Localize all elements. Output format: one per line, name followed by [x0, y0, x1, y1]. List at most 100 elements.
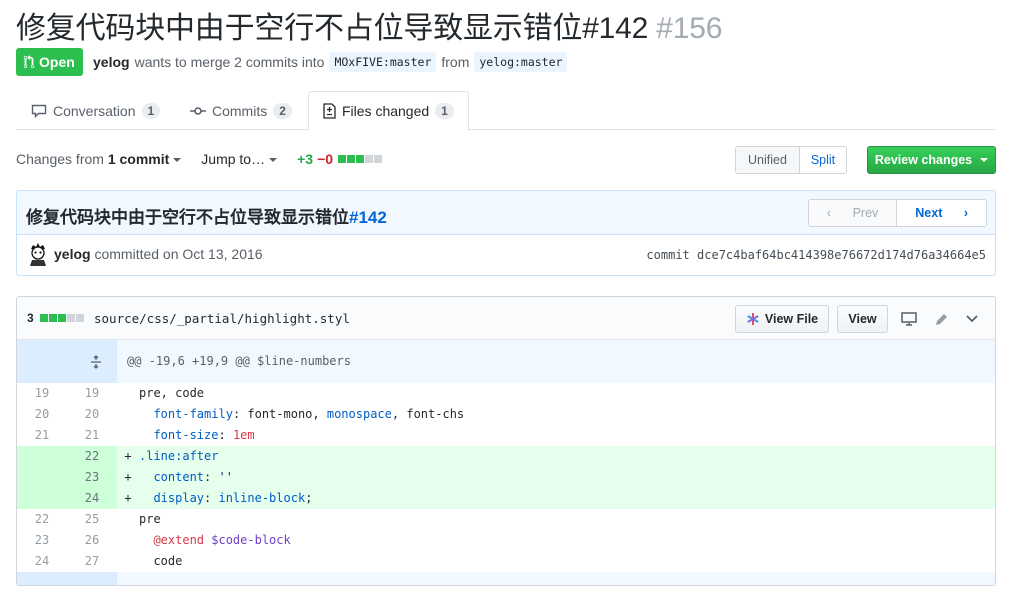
diff-line-added: 24 + display: inline-block; — [17, 487, 995, 509]
code-text: pre — [139, 512, 161, 526]
code-text: ; — [305, 491, 313, 505]
asterisk-icon — [747, 313, 759, 325]
hunk-header-row: @@ -19,6 +19,9 @@ $line-numbers — [17, 340, 995, 383]
code-text: : — [218, 428, 233, 442]
old-line-number[interactable]: 20 — [17, 404, 67, 425]
diffstat-block — [39, 314, 48, 322]
diffstat-block — [356, 155, 365, 163]
base-ref[interactable]: MOxFIVE:master — [329, 52, 437, 72]
diff-line: 20 20 font-family: font-mono, monospace,… — [17, 404, 995, 425]
commit-title: 修复代码块中由于空行不占位导致显示错位#142 — [26, 203, 387, 228]
head-ref[interactable]: yelog:master — [474, 52, 568, 72]
tab-label: Commits — [212, 102, 268, 119]
diff-toolbar: Changes from 1 commit Jump to… +3 −0 — [16, 151, 383, 167]
changes-value: 1 commit — [107, 151, 170, 167]
diff-line: 19 19 pre, code — [17, 383, 995, 404]
pr-tabs: Conversation 1 Commits 2 Files changed 1 — [16, 91, 996, 131]
code-property: content — [153, 470, 205, 484]
code-keyword: monospace — [326, 407, 392, 421]
view-file-button[interactable]: View File — [735, 305, 829, 333]
old-line-number[interactable]: 23 — [17, 530, 67, 551]
pr-merge-text: wants to merge 2 commits into — [134, 54, 325, 70]
new-line-number[interactable]: 24 — [67, 487, 117, 509]
avatar[interactable] — [27, 242, 49, 266]
new-line-number[interactable]: 26 — [67, 530, 117, 551]
chevron-down-icon — [173, 158, 182, 163]
line-marker: + — [117, 466, 139, 488]
next-commit-button[interactable]: Next › — [897, 200, 986, 226]
unfold-icon — [90, 354, 101, 369]
diff-line: 23 26 @extend $code-block — [17, 530, 995, 551]
line-code: .line:after — [139, 445, 995, 467]
display-icon[interactable] — [900, 310, 918, 328]
line-code: font-family: font-mono, monospace, font-… — [139, 404, 995, 425]
unified-button[interactable]: Unified — [736, 147, 800, 173]
tab-label: Files changed — [342, 103, 430, 119]
diff-table: @@ -19,6 +19,9 @@ $line-numbers 19 19 pr… — [17, 340, 995, 585]
git-pull-request-icon — [23, 55, 35, 69]
file-header: 3 source/css/_partial/highlight.styl Vie… — [17, 297, 995, 340]
file-path[interactable]: source/css/_partial/highlight.styl — [94, 311, 350, 326]
chevron-down-icon[interactable] — [963, 310, 981, 328]
code-text: : — [204, 470, 219, 484]
tab-conversation[interactable]: Conversation 1 — [17, 91, 174, 130]
old-line-number[interactable]: 24 — [17, 551, 67, 572]
tab-files-changed[interactable]: Files changed 1 — [308, 91, 469, 131]
commit-issue-link[interactable]: #142 — [349, 208, 387, 227]
review-changes-label: Review changes — [874, 153, 973, 167]
tab-commits[interactable]: Commits 2 — [176, 91, 306, 130]
diffstat-blocks — [338, 155, 383, 163]
diff-view-toggle: Unified Split — [735, 146, 847, 174]
hunk-footer-row — [17, 571, 995, 585]
diffstat-additions: +3 — [297, 151, 314, 167]
line-marker — [117, 404, 139, 425]
new-line-number[interactable]: 20 — [67, 404, 117, 425]
tab-label: Conversation — [53, 102, 136, 119]
code-selector: .line:after — [139, 449, 219, 463]
pr-title-text: 修复代码块中由于空行不占位导致显示错位#142 — [16, 12, 649, 45]
commit-sha-value[interactable]: dce7c4baf64bc414398e76672d174d76a34664e5 — [697, 248, 986, 262]
expand-lines-button[interactable] — [17, 571, 117, 585]
new-line-number[interactable]: 25 — [67, 509, 117, 530]
old-line-number — [17, 445, 67, 467]
old-line-number[interactable]: 19 — [17, 383, 67, 404]
next-label: Next — [915, 206, 943, 220]
new-line-number[interactable]: 23 — [67, 466, 117, 488]
commit-sha-label: commit — [646, 248, 690, 262]
diffstat-block — [347, 155, 356, 163]
jump-to-label: Jump to… — [201, 151, 266, 167]
new-line-number[interactable]: 22 — [67, 445, 117, 467]
line-marker — [117, 425, 139, 446]
pr-author-link[interactable]: yelog — [93, 54, 130, 70]
commit-author[interactable]: yelog — [54, 246, 91, 262]
prev-label: Prev — [852, 206, 879, 220]
new-line-number[interactable]: 21 — [67, 425, 117, 446]
prev-commit-button[interactable]: ‹ Prev — [808, 200, 898, 226]
commit-icon — [190, 106, 206, 115]
old-line-number[interactable]: 22 — [17, 509, 67, 530]
code-variable: $code-block — [204, 533, 291, 547]
expand-lines-button[interactable] — [17, 340, 117, 383]
line-marker — [117, 383, 139, 404]
split-button[interactable]: Split — [800, 147, 846, 173]
code-text: code — [153, 554, 183, 568]
hunk-footer — [117, 571, 995, 585]
file-diff-icon — [323, 103, 336, 119]
view-button[interactable]: View — [837, 305, 888, 333]
review-changes-button[interactable]: Review changes — [867, 146, 996, 174]
pr-title: 修复代码块中由于空行不占位导致显示错位#142 #156 — [16, 3, 722, 47]
old-line-number[interactable]: 21 — [17, 425, 67, 446]
diffstat-block — [57, 314, 66, 322]
new-line-number[interactable]: 19 — [67, 383, 117, 404]
view-file-label: View File — [764, 312, 819, 326]
new-line-number[interactable]: 27 — [67, 551, 117, 572]
diffstat-block — [365, 155, 374, 163]
line-code: display: inline-block; — [139, 487, 995, 509]
diff-line-added: 23 + content: '' — [17, 466, 995, 488]
commit-sha: commit dce7c4baf64bc414398e76672d174d76a… — [646, 248, 986, 262]
pencil-icon[interactable] — [932, 310, 950, 328]
code-string: '' — [218, 470, 233, 484]
jump-to-dropdown[interactable]: Jump to… — [201, 151, 278, 167]
changes-from-dropdown[interactable]: Changes from 1 commit — [16, 151, 182, 167]
code-at-rule: @extend — [153, 533, 205, 547]
